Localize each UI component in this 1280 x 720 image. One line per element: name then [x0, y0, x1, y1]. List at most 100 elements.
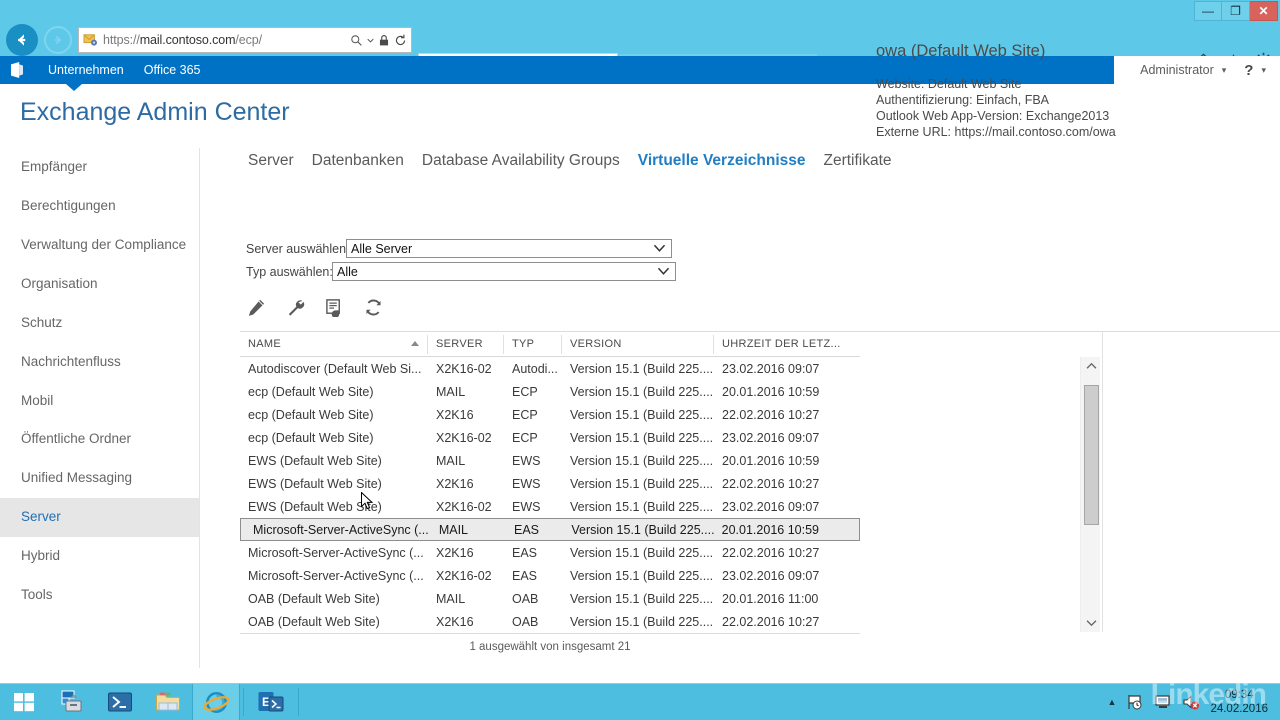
volume-muted-icon[interactable]: [1182, 693, 1200, 711]
cell-version: Version 15.1 (Build 225....: [571, 522, 714, 537]
scroll-down-icon[interactable]: [1081, 614, 1101, 632]
list-pane: NAME SERVER TYP VERSION UHRZEIT DER LETZ…: [240, 332, 860, 632]
restore-button[interactable]: ❐: [1222, 1, 1250, 21]
close-button[interactable]: ✕: [1250, 1, 1278, 21]
wrench-icon[interactable]: [286, 298, 305, 317]
cell-time: 23.02.2016 09:07: [722, 430, 820, 445]
cell-typ: ECP: [512, 407, 538, 422]
taskbar-item-exchange-shell[interactable]: E: [247, 684, 295, 720]
cell-name: Autodiscover (Default Web Si...: [248, 361, 422, 376]
back-button[interactable]: [6, 24, 38, 56]
cell-time: 23.02.2016 09:07: [722, 361, 820, 376]
table-row[interactable]: ecp (Default Web Site) X2K16 ECP Version 15…: [240, 403, 860, 426]
cell-time: 20.01.2016 10:59: [722, 384, 820, 399]
forward-button[interactable]: [44, 26, 72, 54]
sidebar-item-label: Schutz: [21, 314, 63, 330]
sidebar-item-mobil[interactable]: Mobil: [0, 382, 199, 421]
refresh-icon[interactable]: [364, 298, 383, 317]
show-hidden-icons-icon[interactable]: ▲: [1108, 697, 1117, 707]
sidebar-item-nachrichtenfluss[interactable]: Nachrichtenfluss: [0, 343, 199, 382]
page-favicon-icon: [83, 34, 97, 46]
taskbar-item-powershell[interactable]: [96, 684, 144, 720]
lock-icon[interactable]: [378, 34, 390, 47]
sidebar-item-berechtigungen[interactable]: Berechtigungen: [0, 187, 199, 226]
column-header-name[interactable]: NAME: [240, 334, 428, 354]
tab-virtuelle-verzeichnisse[interactable]: Virtuelle Verzeichnisse: [638, 152, 806, 170]
address-bar[interactable]: https://mail.contoso.com/ecp/: [78, 27, 412, 53]
table-row[interactable]: EWS (Default Web Site) MAIL EWS Version 15.…: [240, 449, 860, 472]
filter-row-typ: Typ auswählen: Alle: [246, 262, 676, 281]
table-row[interactable]: OAB (Default Web Site) X2K16 OAB Version 15…: [240, 610, 860, 633]
office-logo-icon[interactable]: [8, 61, 26, 79]
start-button[interactable]: [0, 684, 48, 720]
taskbar-item-internet-explorer[interactable]: [192, 684, 240, 720]
sidebar-item-ffentliche-ordner[interactable]: Öffentliche Ordner: [0, 420, 199, 459]
cell-typ: OAB: [512, 591, 539, 606]
details-lines: Website: Default Web Site Authentifizieru…: [876, 76, 1276, 140]
server-select[interactable]: Alle Server: [346, 239, 672, 258]
table-row[interactable]: Microsoft-Server-ActiveSync (... MAIL EAS V…: [240, 518, 860, 541]
minimize-button[interactable]: —: [1194, 1, 1222, 21]
sidebar-item-hybrid[interactable]: Hybrid: [0, 537, 199, 576]
search-icon[interactable]: [350, 34, 363, 47]
tab-server[interactable]: Server: [248, 152, 294, 170]
sidebar-item-organisation[interactable]: Organisation: [0, 265, 199, 304]
tab-zertifikate[interactable]: Zertifikate: [824, 152, 892, 170]
scrollbar-thumb[interactable]: [1084, 385, 1099, 525]
properties-icon[interactable]: [325, 298, 344, 317]
pane-divider: [1102, 332, 1103, 632]
sidebar-item-unified-messaging[interactable]: Unified Messaging: [0, 459, 199, 498]
column-header-time[interactable]: UHRZEIT DER LETZ...: [714, 335, 859, 354]
suite-link-unternehmen[interactable]: Unternehmen: [48, 63, 124, 77]
list-scrollbar[interactable]: [1080, 357, 1100, 632]
network-icon[interactable]: [1154, 693, 1172, 711]
table-row[interactable]: ecp (Default Web Site) MAIL ECP Version 15.…: [240, 380, 860, 403]
chevron-down-icon[interactable]: [367, 37, 374, 44]
column-header-name-label: NAME: [248, 338, 281, 350]
cell-server: X2K16-02: [436, 499, 492, 514]
table-row[interactable]: ecp (Default Web Site) X2K16-02 ECP Version…: [240, 426, 860, 449]
refresh-icon[interactable]: [394, 34, 407, 47]
table-row[interactable]: EWS (Default Web Site) X2K16-02 EWS Version…: [240, 495, 860, 518]
suite-link-office365[interactable]: Office 365: [144, 63, 201, 77]
sidebar-item-label: Mobil: [21, 392, 54, 408]
sidebar-item-verwaltung-der-compliance[interactable]: Verwaltung der Compliance: [0, 226, 199, 265]
cell-server: X2K16-02: [436, 361, 492, 376]
cell-typ: EAS: [512, 545, 538, 560]
cell-version: Version 15.1 (Build 225....: [570, 568, 714, 583]
tab-database-availability-groups[interactable]: Database Availability Groups: [422, 152, 620, 170]
tab-datenbanken[interactable]: Datenbanken: [312, 152, 404, 170]
typ-select[interactable]: Alle: [332, 262, 676, 281]
sidebar-item-empf-nger[interactable]: Empfänger: [0, 148, 199, 187]
details-line: Outlook Web App-Version: Exchange2013: [876, 109, 1110, 123]
chevron-down-icon: [1086, 620, 1096, 627]
clock[interactable]: 09:34 24.02.2016: [1210, 688, 1274, 716]
column-header-version[interactable]: VERSION: [562, 334, 714, 354]
sidebar-item-label: Empfänger: [21, 159, 88, 174]
table-row[interactable]: Microsoft-Server-ActiveSync (... X2K16-02…: [240, 564, 860, 587]
sidebar-item-schutz[interactable]: Schutz: [0, 304, 199, 343]
cell-time: 23.02.2016 09:07: [722, 499, 820, 514]
cell-name: OAB (Default Web Site): [248, 591, 380, 606]
cell-typ: EWS: [512, 476, 541, 491]
sidebar-item-server[interactable]: Server: [0, 498, 199, 538]
flag-action-center-icon[interactable]: [1126, 693, 1144, 711]
cell-time: 22.02.2016 10:27: [722, 614, 820, 629]
windows-start-icon: [14, 693, 34, 712]
cell-typ: ECP: [512, 430, 538, 445]
cell-name: EWS (Default Web Site): [248, 476, 382, 491]
table-row[interactable]: Microsoft-Server-ActiveSync (... X2K16 EAS…: [240, 541, 860, 564]
chevron-down-icon: [653, 244, 666, 252]
column-header-server[interactable]: SERVER: [428, 334, 504, 354]
column-header-typ[interactable]: TYP: [504, 334, 562, 354]
edit-pencil-icon[interactable]: [247, 298, 266, 317]
scroll-up-icon[interactable]: [1081, 357, 1101, 375]
taskbar-item-file-explorer[interactable]: [144, 684, 192, 720]
sidebar-item-tools[interactable]: Tools: [0, 576, 199, 615]
taskbar-item-server-manager[interactable]: [48, 684, 96, 720]
table-row[interactable]: OAB (Default Web Site) MAIL OAB Version 15.…: [240, 587, 860, 610]
cell-version: Version 15.1 (Build 225....: [570, 476, 714, 491]
table-row[interactable]: EWS (Default Web Site) X2K16 EWS Version 15…: [240, 472, 860, 495]
cell-name: ecp (Default Web Site): [248, 384, 374, 399]
table-row[interactable]: Autodiscover (Default Web Si... X2K16-02 A…: [240, 357, 860, 380]
